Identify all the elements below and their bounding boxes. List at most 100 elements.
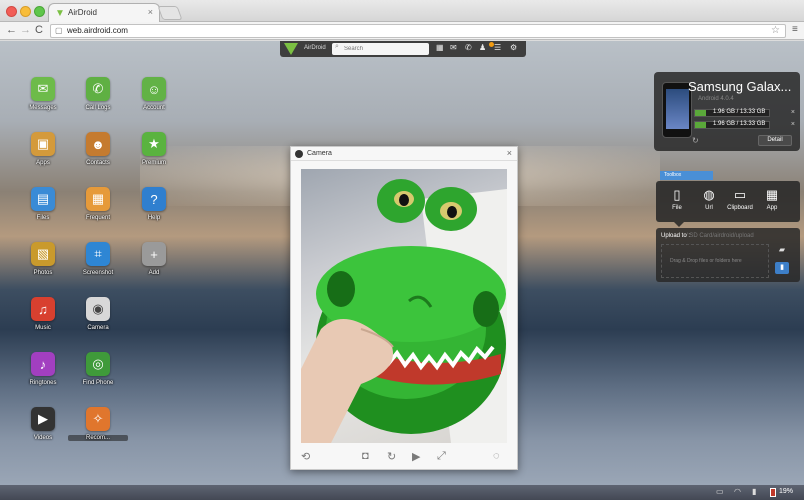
apps-grid-icon[interactable]: ▦ [436, 43, 444, 52]
play-icon[interactable]: ▶ [412, 450, 420, 463]
search-input[interactable] [344, 44, 426, 54]
page-icon: ▢ [55, 26, 63, 35]
eject-icon[interactable]: × [791, 121, 795, 128]
upload-file-icon[interactable]: ▮ [775, 262, 789, 274]
window-minimize-button[interactable] [20, 6, 31, 17]
reload-icon[interactable]: C [35, 24, 43, 36]
monitor-icon[interactable]: ▭ [716, 487, 724, 496]
app-contacts[interactable]: ☻ Contacts [68, 132, 128, 176]
camera-window-title: Camera [307, 150, 332, 157]
storage-bar-internal: 1.96 GB / 13.33 GB [694, 109, 770, 117]
file-icon: ▯ [673, 187, 681, 202]
app-frequent[interactable]: ▦ Frequent [68, 187, 128, 231]
airdroid-logo-icon [284, 43, 298, 55]
battery-percent: 19% [779, 488, 794, 495]
videos-icon: ▶ [31, 407, 55, 431]
notification-badge [489, 42, 494, 47]
app-help[interactable]: ? Help [124, 187, 184, 231]
back-arrow-icon[interactable]: ← [6, 24, 17, 36]
signal-icon[interactable]: ▮ [752, 487, 756, 496]
app-recommend[interactable]: ✧ Recom... [68, 407, 128, 451]
recommend-icon: ✧ [86, 407, 110, 431]
apps-icon: ▣ [31, 132, 55, 156]
app-call-logs[interactable]: ✆ Call Logs [68, 77, 128, 121]
app-label: Apps [36, 160, 50, 166]
app-label: Photos [33, 270, 53, 276]
app-messages[interactable]: ✉ Messages [13, 77, 73, 121]
mute-audio-icon[interactable]: ◌ [493, 450, 500, 462]
list-menu-icon[interactable]: ☰ [494, 43, 501, 52]
app-add[interactable]: + Add [124, 242, 184, 286]
storage-bar-sd: 1.96 GB / 13.33 GB [694, 121, 770, 129]
airdroid-brand: AirDroid [304, 45, 326, 51]
app-photos[interactable]: ▧ Photos [13, 242, 73, 286]
phone-call-icon[interactable]: ✆ [465, 43, 472, 52]
eject-icon[interactable]: × [791, 109, 795, 116]
notification-bell-icon[interactable]: ♟ [479, 43, 486, 52]
chrome-menu-icon[interactable]: ≡ [792, 24, 798, 35]
system-statusbar: ▭ ◠ ▮ 19% [0, 485, 804, 500]
storage-text: 1.96 GB / 13.33 GB [713, 109, 766, 115]
address-url[interactable]: web.airdroid.com [67, 26, 128, 35]
app-label: Contacts [86, 160, 110, 166]
storage-text: 1.96 GB / 13.33 GB [713, 121, 766, 127]
camera-icon: ◉ [86, 297, 110, 321]
toolbox-panel: ▯ File ◍ Url ▭ Clipboard ▦ App [656, 181, 800, 222]
bookmark-star-icon[interactable]: ☆ [771, 25, 780, 36]
detail-button[interactable]: Detail [758, 135, 792, 146]
window-maximize-button[interactable] [34, 6, 45, 17]
app-music[interactable]: ♫ Music [13, 297, 73, 341]
tab-title: AirDroid [68, 8, 97, 17]
search-box[interactable]: ⌕ [332, 43, 429, 55]
app-account[interactable]: ☺ Account [124, 77, 184, 121]
help-icon: ? [142, 187, 166, 211]
settings-gear-icon[interactable]: ⚙ [510, 43, 517, 52]
app-label: Music [35, 325, 51, 331]
toolbox-file[interactable]: ▯ File [659, 187, 695, 211]
app-label: Ringtones [29, 380, 57, 386]
app-apps[interactable]: ▣ Apps [13, 132, 73, 176]
browser-titlebar: ▼ AirDroid × [0, 0, 804, 23]
app-ringtones[interactable]: ♪ Ringtones [13, 352, 73, 396]
app-camera[interactable]: ◉ Camera [68, 297, 128, 341]
browser-toolbar: ← → C ▢ web.airdroid.com ☆ ≡ [0, 22, 804, 40]
call-logs-icon: ✆ [86, 77, 110, 101]
window-close-button[interactable] [6, 6, 17, 17]
address-bar[interactable]: ▢ web.airdroid.com ☆ [50, 24, 786, 38]
ringtones-icon: ♪ [31, 352, 55, 376]
drop-text: Drag & Drop files or folders here [670, 258, 742, 264]
tab-close-icon[interactable]: × [148, 7, 153, 17]
storage-fill [695, 122, 707, 128]
browser-tab-airdroid[interactable]: ▼ AirDroid × [48, 3, 160, 23]
device-info-panel: Samsung Galax... Android 4.0.4 1.96 GB /… [654, 72, 800, 151]
fullscreen-icon[interactable]: ⤢ [437, 450, 446, 463]
forward-arrow-icon[interactable]: → [20, 24, 31, 36]
app-premium[interactable]: ★ Premium [124, 132, 184, 176]
toolbox-tab[interactable]: Toolbox [660, 171, 713, 180]
refresh-icon[interactable]: ↻ [692, 136, 699, 145]
new-tab-button[interactable] [157, 6, 183, 20]
upload-path[interactable]: / SD Card/airdroid/upload [686, 233, 754, 239]
app-label: Videos [33, 435, 53, 441]
message-envelope-icon[interactable]: ✉ [450, 43, 457, 52]
toolbox-app[interactable]: ▦ App [754, 187, 790, 211]
app-screenshot[interactable]: ⌗ Screenshot [68, 242, 128, 286]
snapshot-camera-icon[interactable]: ◘ [362, 450, 369, 462]
toolbox-clipboard[interactable]: ▭ Clipboard [722, 187, 758, 211]
app-find-phone[interactable]: ◎ Find Phone [68, 352, 128, 396]
upload-folder-icon[interactable]: ▰ [775, 245, 789, 256]
drop-zone[interactable]: Drag & Drop files or folders here [661, 244, 769, 278]
rotate-icon[interactable]: ↻ [387, 450, 396, 463]
app-videos[interactable]: ▶ Videos [13, 407, 73, 451]
app-label: Find Phone [82, 380, 114, 386]
device-os: Android 4.0.4 [698, 96, 734, 102]
wifi-icon[interactable]: ◠ [734, 487, 741, 496]
close-icon[interactable]: × [507, 148, 512, 158]
messages-icon: ✉ [31, 77, 55, 101]
camera-window-titlebar[interactable]: Camera × [291, 147, 517, 161]
app-label: Help [147, 215, 161, 221]
switch-camera-icon[interactable]: ⟲ [301, 450, 310, 463]
app-label: Account [143, 105, 165, 111]
files-icon: ▤ [31, 187, 55, 211]
app-files[interactable]: ▤ Files [13, 187, 73, 231]
